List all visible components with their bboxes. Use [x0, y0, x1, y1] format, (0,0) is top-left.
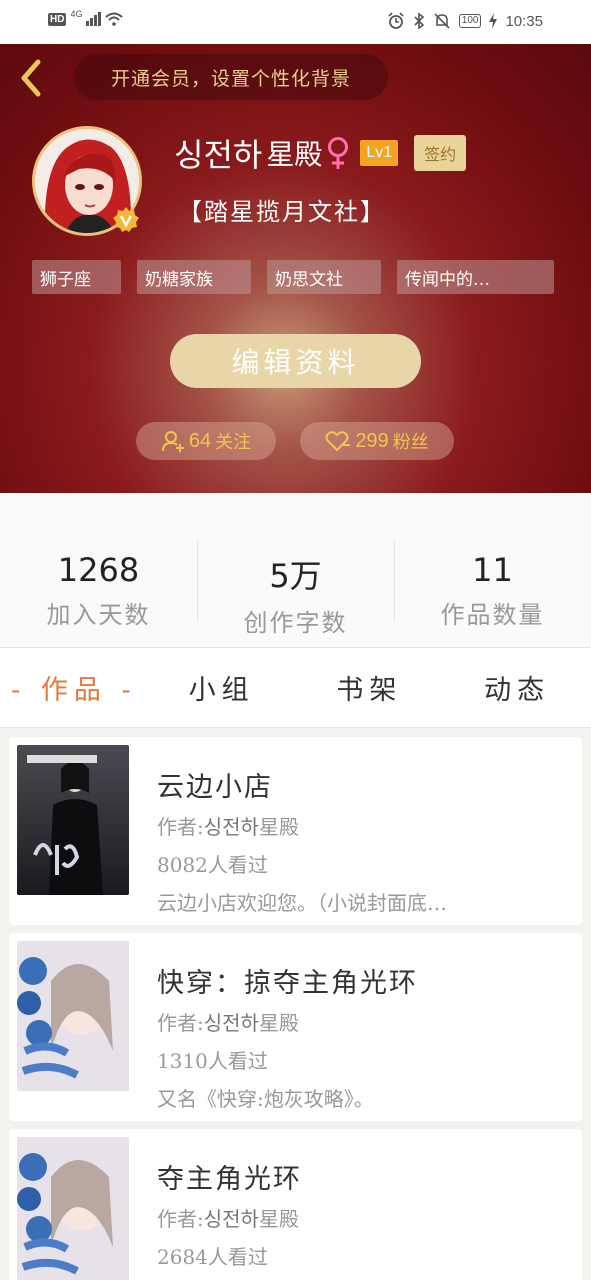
tag-item[interactable]: 狮子座 [32, 260, 121, 294]
level-badge: Lv1 [360, 140, 399, 166]
tab-works[interactable]: - 作品 - [0, 648, 148, 727]
alarm-icon [388, 12, 404, 29]
battery-indicator: 100 [458, 14, 482, 28]
book-cover [17, 941, 129, 1091]
profile-stats: 1268 加入天数 5万 创作字数 11 作品数量 [0, 493, 591, 648]
profile-name: 싱전하 [174, 136, 263, 174]
signed-author-badge: 签约 [414, 135, 467, 171]
tag-list: 狮子座 奶糖家族 奶思文社 传闻中的… [32, 260, 554, 294]
tag-item[interactable]: 奶思文社 [267, 260, 381, 294]
work-views: 8082人看过 [157, 853, 268, 877]
mute-icon [434, 13, 450, 29]
stat-value: 11 [472, 551, 513, 589]
stat-word-count: 5万 创作字数 [197, 493, 394, 647]
profile-name-row: 싱전하 星殿 Lv1 签约 [174, 130, 467, 176]
work-title: 快穿：掠夺主角光环 [157, 968, 418, 999]
wifi-icon [105, 12, 124, 26]
stat-value: 1268 [57, 551, 140, 589]
profile-header: 开通会员，设置个性化背景 싱전하 星殿 Lv1 签约 【踏星揽月文社】 狮子座 … [0, 44, 591, 493]
organization-label: 【踏星揽月文社】 [178, 198, 386, 226]
stat-label: 创作字数 [243, 609, 348, 637]
bluetooth-icon [414, 12, 424, 30]
work-title: 夺主角光环 [157, 1164, 302, 1195]
following-count: 64 [188, 429, 212, 452]
tab-bookshelf[interactable]: 书架 [296, 648, 444, 727]
heart-icon [325, 431, 351, 452]
stat-label: 作品数量 [440, 601, 545, 629]
work-card[interactable]: 夺主角光环 作者:싱전하星殿 2684人看过 [9, 1129, 582, 1280]
verified-v-badge-icon [113, 207, 139, 232]
work-views: 2684人看过 [157, 1245, 268, 1269]
work-author: 作者:싱전하星殿 [157, 1011, 299, 1035]
work-card[interactable]: 快穿：掠夺主角光环 作者:싱전하星殿 1310人看过 又名《快穿:炮灰攻略》。 [9, 933, 582, 1121]
status-bar: HD 4G 100 10:35 [0, 0, 591, 44]
work-author: 作者:싱전하星殿 [157, 815, 299, 839]
book-cover [17, 745, 129, 895]
stat-value: 5万 [269, 557, 322, 595]
hd-indicator: HD [48, 12, 67, 26]
profile-tabs: - 作品 - 小组 书架 动态 [0, 648, 591, 728]
vip-background-banner[interactable]: 开通会员，设置个性化背景 [74, 54, 388, 100]
signal-icon [86, 12, 102, 26]
add-user-icon [161, 431, 184, 452]
profile-name-suffix: 星殿 [266, 138, 323, 171]
edit-profile-button[interactable]: 编辑资料 [170, 334, 421, 388]
network-type: 4G [70, 9, 83, 19]
stat-works-count: 11 作品数量 [394, 493, 591, 647]
book-cover-illustration [17, 941, 129, 1091]
network-status: HD 4G [48, 9, 124, 26]
tab-activity[interactable]: 动态 [443, 648, 591, 727]
following-button[interactable]: 64 关注 [136, 422, 276, 460]
work-views: 1310人看过 [157, 1049, 268, 1073]
fans-count: 299 [355, 429, 389, 452]
work-description: 又名《快穿:炮灰攻略》。 [157, 1087, 374, 1111]
work-title: 云边小店 [157, 772, 273, 803]
chevron-left-icon [21, 59, 41, 97]
stat-days-joined: 1268 加入天数 [0, 493, 197, 647]
tab-groups[interactable]: 小组 [148, 648, 296, 727]
female-gender-icon [328, 137, 349, 169]
work-author: 作者:싱전하星殿 [157, 1207, 299, 1231]
system-status: 100 10:35 [387, 12, 543, 30]
following-label: 关注 [215, 432, 252, 453]
fans-label: 粉丝 [392, 432, 429, 453]
book-cover-illustration [17, 745, 129, 895]
book-cover [17, 1137, 129, 1280]
back-button[interactable] [14, 58, 48, 98]
book-cover-illustration [17, 1137, 129, 1280]
clock: 10:35 [505, 12, 543, 30]
work-description: 云边小店欢迎您。（小说封面底… [157, 891, 447, 915]
charging-icon [489, 13, 498, 29]
tag-item[interactable]: 奶糖家族 [137, 260, 251, 294]
stat-label: 加入天数 [46, 601, 151, 629]
work-card[interactable]: 云边小店 作者:싱전하星殿 8082人看过 云边小店欢迎您。（小说封面底… [9, 737, 582, 925]
tag-item[interactable]: 传闻中的… [397, 260, 554, 294]
fans-button[interactable]: 299 粉丝 [300, 422, 454, 460]
